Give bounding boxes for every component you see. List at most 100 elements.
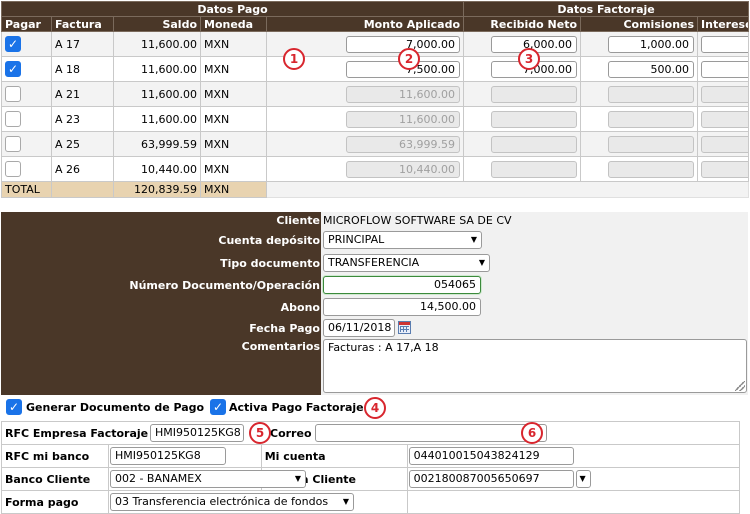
cliente-label: Cliente: [276, 214, 320, 227]
saldo-cell: 11,600.00: [113, 31, 201, 57]
pagar-checkbox[interactable]: ✓: [5, 61, 21, 77]
cuenta-cliente-input[interactable]: 002180087005650697: [408, 470, 574, 488]
callout-badge-4: 4: [364, 397, 386, 419]
chevron-down-icon: ▼: [291, 472, 304, 486]
intereses-input[interactable]: [701, 110, 748, 128]
total-label: TOTAL: [1, 181, 52, 198]
saldo-cell: 10,440.00: [113, 156, 201, 182]
factura-cell: A 25: [51, 131, 114, 157]
group-header-datos-factoraje: Datos Factoraje: [463, 1, 750, 17]
factura-cell: A 26: [51, 156, 114, 182]
comisiones-input[interactable]: 1,000.00: [608, 35, 695, 53]
comisiones-input[interactable]: [608, 85, 695, 103]
mi-cuenta-label: Mi cuenta: [260, 444, 408, 468]
table-row: A 23 11,600.00 MXN 11,600.00: [1, 106, 750, 132]
comentarios-textarea[interactable]: Facturas : A 17,A 18: [323, 339, 747, 393]
abono-input[interactable]: 14,500.00: [323, 298, 481, 316]
table-row: A 26 10,440.00 MXN 10,440.00: [1, 156, 750, 182]
invoices-grid: Datos Pago Datos Factoraje Pagar Factura…: [0, 1, 750, 198]
payment-form: Cliente MICROFLOW SOFTWARE SA DE CV Cuen…: [1, 212, 748, 395]
generar-documento-checkbox[interactable]: ✓: [6, 399, 22, 415]
mi-cuenta-input[interactable]: 044010015043824129: [408, 447, 574, 465]
comisiones-input[interactable]: [608, 110, 695, 128]
pagar-checkbox[interactable]: ✓: [5, 36, 21, 52]
rfc-empresa-input[interactable]: HMI950125KG8: [150, 424, 244, 442]
forma-pago-label: Forma pago: [1, 490, 109, 514]
correo-input[interactable]: [315, 424, 547, 442]
saldo-cell: 63,999.59: [113, 131, 201, 157]
pagar-checkbox[interactable]: [5, 111, 21, 127]
table-row: A 25 63,999.59 MXN 63,999.59: [1, 131, 750, 157]
saldo-cell: 11,600.00: [113, 56, 201, 82]
callout-badge-2: 2: [398, 48, 420, 70]
moneda-cell: MXN: [200, 56, 267, 82]
col-header-saldo: Saldo: [113, 16, 201, 32]
factura-cell: A 18: [51, 56, 114, 82]
pagar-checkbox[interactable]: [5, 136, 21, 152]
callout-badge-1: 1: [283, 48, 305, 70]
intereses-input[interactable]: [701, 85, 748, 103]
activa-factoraje-label: Activa Pago Factoraje: [229, 401, 364, 414]
intereses-input[interactable]: 0.00: [701, 35, 748, 53]
numero-documento-input[interactable]: 054065: [323, 276, 481, 294]
tipo-documento-select[interactable]: TRANSFERENCIA ▼: [323, 254, 490, 272]
comisiones-input[interactable]: [608, 135, 695, 153]
comentarios-label: Comentarios: [241, 340, 320, 353]
saldo-cell: 11,600.00: [113, 81, 201, 107]
col-header-intereses: Intereses: [697, 16, 750, 32]
tipo-documento-label: Tipo documento: [220, 257, 320, 270]
cuenta-cliente-dropdown[interactable]: ▼: [575, 470, 591, 488]
numero-documento-label: Número Documento/Operación: [129, 279, 320, 292]
resize-handle-icon[interactable]: [735, 381, 745, 391]
rfc-banco-input[interactable]: HMI950125KG8: [109, 447, 226, 465]
table-row: ✓ A 17 11,600.00 MXN 7,000.00 6,000.00 1,000.0…: [1, 31, 750, 57]
col-header-recibido-neto: Recibido Neto: [463, 16, 582, 32]
callout-badge-6: 6: [521, 422, 543, 444]
rfc-banco-label: RFC mi banco: [1, 444, 109, 468]
forma-pago-select[interactable]: 03 Transferencia electrónica de fondos ▼: [109, 493, 354, 511]
pagar-checkbox[interactable]: [5, 86, 21, 102]
col-header-comisiones: Comisiones: [580, 16, 699, 32]
monto-aplicado-input[interactable]: 11,600.00: [346, 85, 461, 103]
col-header-factura: Factura: [51, 16, 114, 32]
banco-cliente-select[interactable]: 002 - BANAMEX ▼: [109, 470, 306, 488]
table-row: A 21 11,600.00 MXN 11,600.00: [1, 81, 750, 107]
moneda-cell: MXN: [200, 31, 267, 57]
rfc-empresa-label: RFC Empresa Factoraje: [5, 427, 149, 440]
factura-cell: A 17: [51, 31, 114, 57]
cuenta-deposito-select[interactable]: PRINCIPAL ▼: [323, 231, 482, 249]
saldo-cell: 11,600.00: [113, 106, 201, 132]
comisiones-input[interactable]: [608, 160, 695, 178]
total-moneda: MXN: [200, 181, 267, 198]
moneda-cell: MXN: [200, 81, 267, 107]
recibido-neto-input[interactable]: [491, 110, 578, 128]
col-header-monto-aplicado: Monto Aplicado: [265, 16, 465, 32]
banco-cliente-label: Banco Cliente: [1, 467, 109, 491]
intereses-input[interactable]: [701, 160, 748, 178]
intereses-input[interactable]: 0.00: [701, 60, 748, 78]
recibido-neto-input[interactable]: [491, 160, 578, 178]
fecha-pago-label: Fecha Pago: [249, 322, 320, 335]
monto-aplicado-input[interactable]: 63,999.59: [346, 135, 461, 153]
comisiones-input[interactable]: 500.00: [608, 60, 695, 78]
chevron-down-icon: ▼: [476, 256, 488, 270]
table-row: ✓A 1811,600.00MXN7,500.007,000.00500.000…: [1, 56, 750, 82]
activa-factoraje-checkbox[interactable]: ✓: [210, 399, 226, 415]
col-header-moneda: Moneda: [200, 16, 267, 32]
intereses-input[interactable]: [701, 135, 748, 153]
calendar-icon[interactable]: [398, 321, 411, 334]
group-header-datos-pago: Datos Pago: [0, 1, 465, 17]
monto-aplicado-input[interactable]: 11,600.00: [346, 110, 461, 128]
recibido-neto-input[interactable]: [491, 85, 578, 103]
cuenta-deposito-label: Cuenta depósito: [218, 234, 320, 247]
chevron-down-icon: ▼: [339, 495, 352, 509]
chevron-down-icon: ▼: [468, 233, 480, 247]
recibido-neto-input[interactable]: [491, 135, 578, 153]
monto-aplicado-input[interactable]: 10,440.00: [346, 160, 461, 178]
col-header-pagar: Pagar: [1, 16, 52, 32]
moneda-cell: MXN: [200, 156, 267, 182]
callout-badge-5: 5: [249, 422, 271, 444]
fecha-pago-input[interactable]: 06/11/2018: [323, 319, 395, 337]
pagar-checkbox[interactable]: [5, 161, 21, 177]
factoraje-details: RFC Empresa Factoraje HMI950125KG8 Corre…: [1, 421, 741, 514]
